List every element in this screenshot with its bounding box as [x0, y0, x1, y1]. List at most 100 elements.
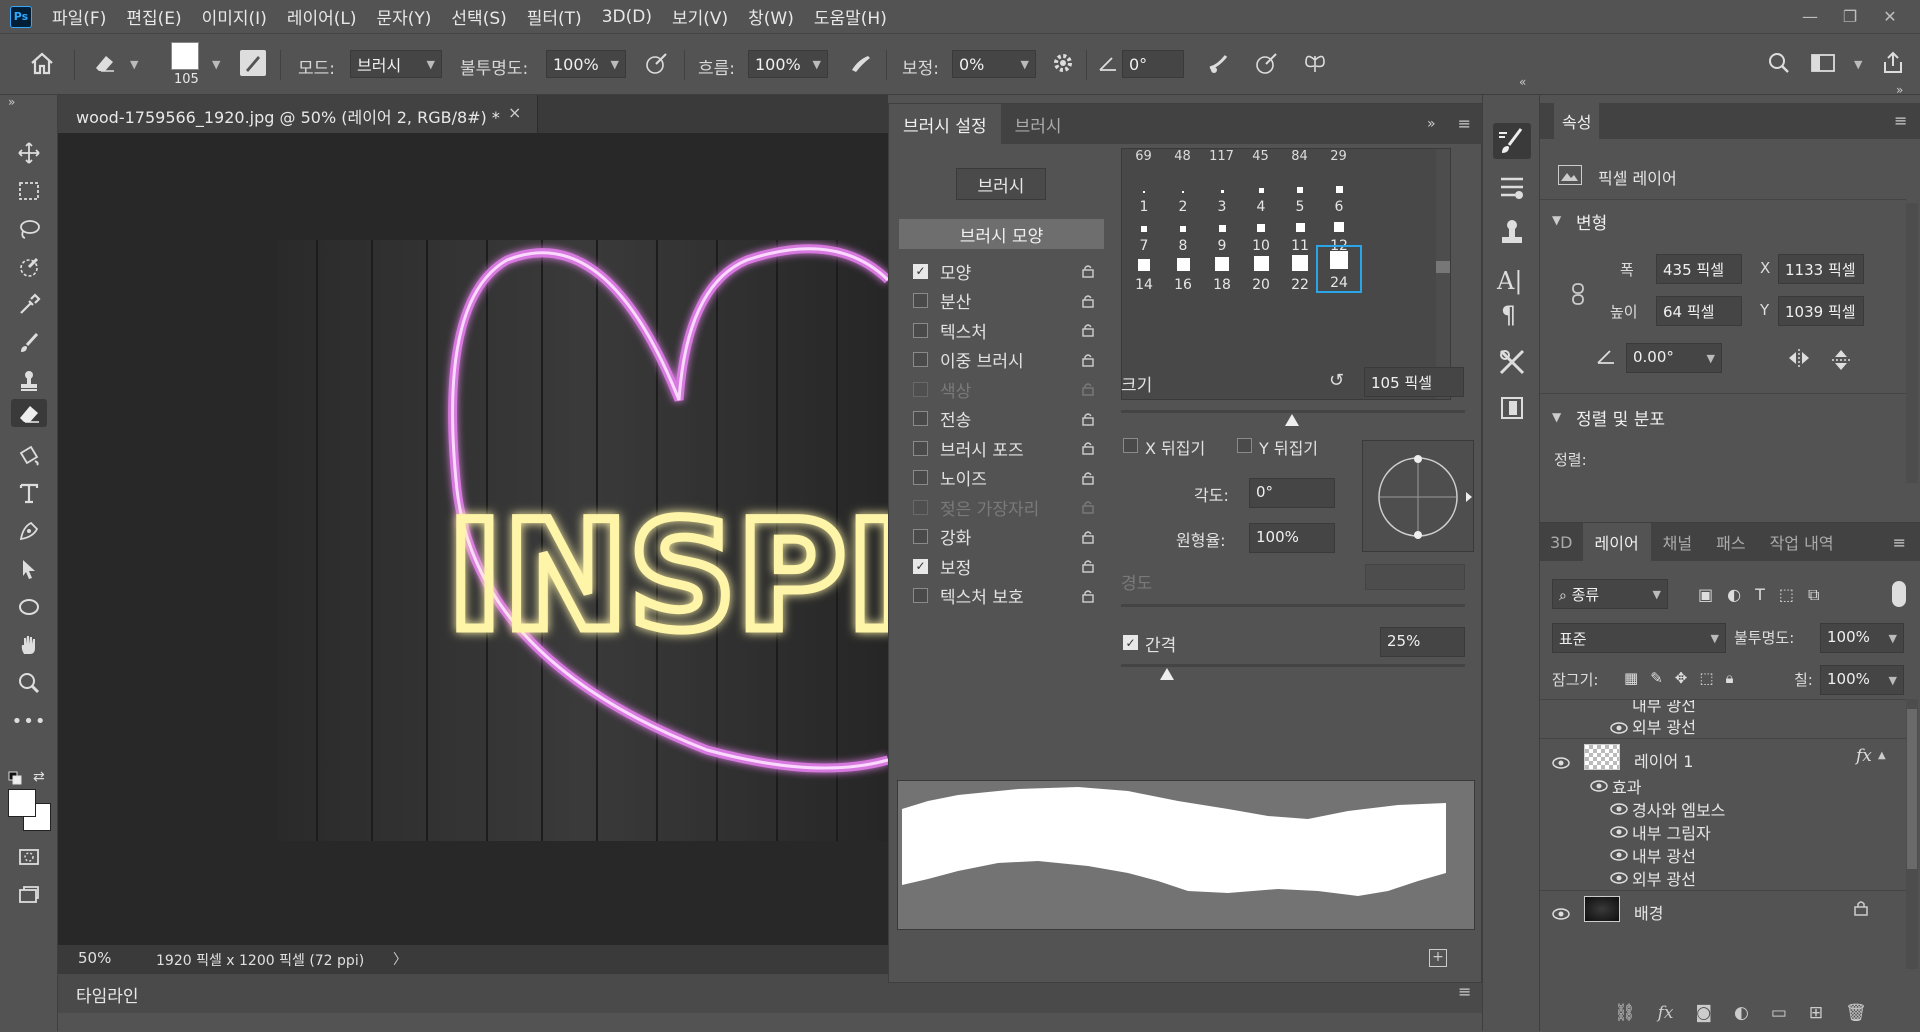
option-checkbox[interactable]: [913, 588, 928, 603]
trash-icon[interactable]: 🗑︎: [1845, 1003, 1867, 1023]
option-checkbox[interactable]: ✓: [913, 263, 928, 279]
link-icon[interactable]: [1570, 283, 1586, 305]
lasso-tool-icon[interactable]: [15, 215, 43, 243]
swap-colors-icon[interactable]: ⇄: [33, 769, 45, 785]
height-input[interactable]: 64 픽셀: [1656, 296, 1742, 326]
opacity-input[interactable]: 100% ▼: [546, 50, 626, 78]
rotation-input[interactable]: 0.00° ▼: [1626, 343, 1722, 373]
filter-shape-icon[interactable]: ⬚: [1779, 585, 1794, 605]
foreground-color-swatch[interactable]: [8, 789, 36, 817]
menu-3d[interactable]: 3D(D): [602, 7, 652, 27]
brush-tip-selected[interactable]: 24: [1316, 245, 1362, 293]
zoom-tool-icon[interactable]: [15, 669, 43, 697]
option-checkbox[interactable]: [913, 470, 928, 485]
eye-icon[interactable]: [1552, 908, 1570, 920]
option-checkbox[interactable]: ✓: [913, 558, 928, 574]
brush-preview[interactable]: [171, 42, 199, 70]
collapse-panel-icon[interactable]: »: [1896, 83, 1903, 97]
minimize-icon[interactable]: —: [1790, 7, 1830, 26]
brush-settings-dock-icon[interactable]: [1493, 123, 1531, 159]
panel-menu-icon[interactable]: ≡: [1894, 111, 1907, 130]
eye-icon[interactable]: [1610, 872, 1628, 884]
layers-scrollbar[interactable]: [1906, 699, 1918, 969]
menu-image[interactable]: 이미지(I): [202, 4, 267, 29]
paragraph-dock-icon[interactable]: ¶: [1501, 301, 1516, 329]
spacing-slider-thumb[interactable]: [1160, 668, 1174, 680]
tab-brushes[interactable]: 브러시: [1001, 104, 1076, 144]
background-layer-name[interactable]: 배경: [1634, 900, 1663, 924]
lock-icon[interactable]: [1082, 294, 1094, 308]
roundness-input[interactable]: 100%: [1249, 523, 1335, 553]
brush-tip-shape-item[interactable]: 브러시 모양: [899, 219, 1104, 249]
quick-selection-tool-icon[interactable]: [15, 253, 43, 281]
pressure-opacity-icon[interactable]: [644, 50, 670, 76]
lock-icon[interactable]: [1082, 441, 1094, 455]
tip-header-label[interactable]: 48: [1163, 149, 1202, 164]
marquee-tool-icon[interactable]: [15, 177, 43, 205]
tab-brush-settings[interactable]: 브러시 설정: [889, 104, 1001, 144]
restore-icon[interactable]: ❐: [1830, 7, 1870, 26]
link-layers-icon[interactable]: ⛓︎: [1614, 1003, 1636, 1023]
symmetry-butterfly-icon[interactable]: [1302, 50, 1328, 76]
effect-outer-glow[interactable]: 외부 광선: [1632, 866, 1696, 890]
adjustments-dock-icon[interactable]: [1497, 347, 1527, 377]
lock-icon[interactable]: [1082, 559, 1094, 573]
menu-filter[interactable]: 필터(T): [527, 4, 582, 29]
scrollbar-thumb[interactable]: [1436, 261, 1450, 273]
lock-icon[interactable]: [1082, 589, 1094, 603]
document-tab[interactable]: wood-1759566_1920.jpg @ 50% (레이어 2, RGB/…: [58, 95, 538, 133]
add-mask-icon[interactable]: ◙: [1695, 1003, 1712, 1023]
eraser-tool-icon[interactable]: [92, 50, 118, 76]
pen-tool-icon[interactable]: [15, 517, 43, 545]
effect-inner-shadow[interactable]: 내부 그림자: [1632, 820, 1711, 844]
default-colors-icon[interactable]: [8, 771, 22, 785]
size-slider-track[interactable]: [1121, 410, 1465, 413]
eraser-tool-icon[interactable]: [11, 399, 47, 427]
menu-file[interactable]: 파일(F): [52, 4, 106, 29]
y-input[interactable]: 1039 픽셀: [1778, 296, 1864, 326]
gear-icon[interactable]: [1050, 50, 1076, 76]
tip-grid-scrollbar[interactable]: [1436, 149, 1450, 399]
timeline-tab[interactable]: 타임라인: [76, 982, 139, 1007]
search-icon[interactable]: [1766, 50, 1792, 76]
eye-icon[interactable]: [1610, 722, 1628, 734]
spacing-slider-track[interactable]: [1121, 664, 1465, 667]
gradient-tool-icon[interactable]: [15, 441, 43, 469]
tip-header-label[interactable]: 117: [1202, 149, 1241, 164]
move-tool-icon[interactable]: [15, 139, 43, 167]
angle-input[interactable]: 0°: [1122, 50, 1184, 78]
collapse-chevron-icon[interactable]: ▼: [1552, 410, 1561, 424]
eye-icon[interactable]: [1590, 780, 1608, 792]
eye-icon[interactable]: [1610, 803, 1628, 815]
flip-y-checkbox[interactable]: [1237, 438, 1252, 453]
menu-layer[interactable]: 레이어(L): [287, 4, 357, 29]
lock-icon[interactable]: [1082, 530, 1094, 544]
filter-smart-object-icon[interactable]: ⧉: [1808, 585, 1819, 605]
angle-input[interactable]: 0°: [1249, 478, 1335, 508]
tip-header-label[interactable]: 45: [1241, 149, 1280, 164]
airbrush-icon[interactable]: [848, 50, 874, 76]
tab-paths[interactable]: 패스: [1704, 523, 1757, 561]
lock-icon[interactable]: [1082, 323, 1094, 337]
smoothing-input[interactable]: 0% ▼: [952, 50, 1036, 78]
tip-header-label[interactable]: 69: [1124, 149, 1163, 164]
hand-tool-icon[interactable]: [15, 631, 43, 659]
collapse-panel-icon[interactable]: »: [1417, 104, 1446, 144]
expand-toolbar-icon[interactable]: »: [8, 95, 15, 109]
lock-icon[interactable]: [1082, 412, 1094, 426]
effect-bevel-emboss[interactable]: 경사와 엠보스: [1632, 797, 1725, 821]
layer-1-name[interactable]: 레이어 1: [1634, 748, 1693, 772]
new-adjustment-layer-icon[interactable]: ◐: [1734, 1003, 1749, 1023]
menu-help[interactable]: 도움말(H): [814, 4, 887, 29]
lock-icon[interactable]: [1082, 471, 1094, 485]
libraries-dock-icon[interactable]: [1497, 393, 1527, 423]
lock-icon[interactable]: [1082, 264, 1094, 278]
collapse-dock-icon[interactable]: «: [1519, 75, 1526, 89]
character-dock-icon[interactable]: A|: [1497, 267, 1522, 295]
close-icon[interactable]: ✕: [1870, 7, 1910, 26]
tab-history[interactable]: 작업 내역: [1758, 523, 1846, 561]
new-group-icon[interactable]: ▭: [1771, 1003, 1787, 1023]
layer-effects-fx-icon[interactable]: fx: [1856, 746, 1872, 766]
clone-source-dock-icon[interactable]: [1497, 217, 1527, 247]
path-selection-tool-icon[interactable]: [15, 555, 43, 583]
